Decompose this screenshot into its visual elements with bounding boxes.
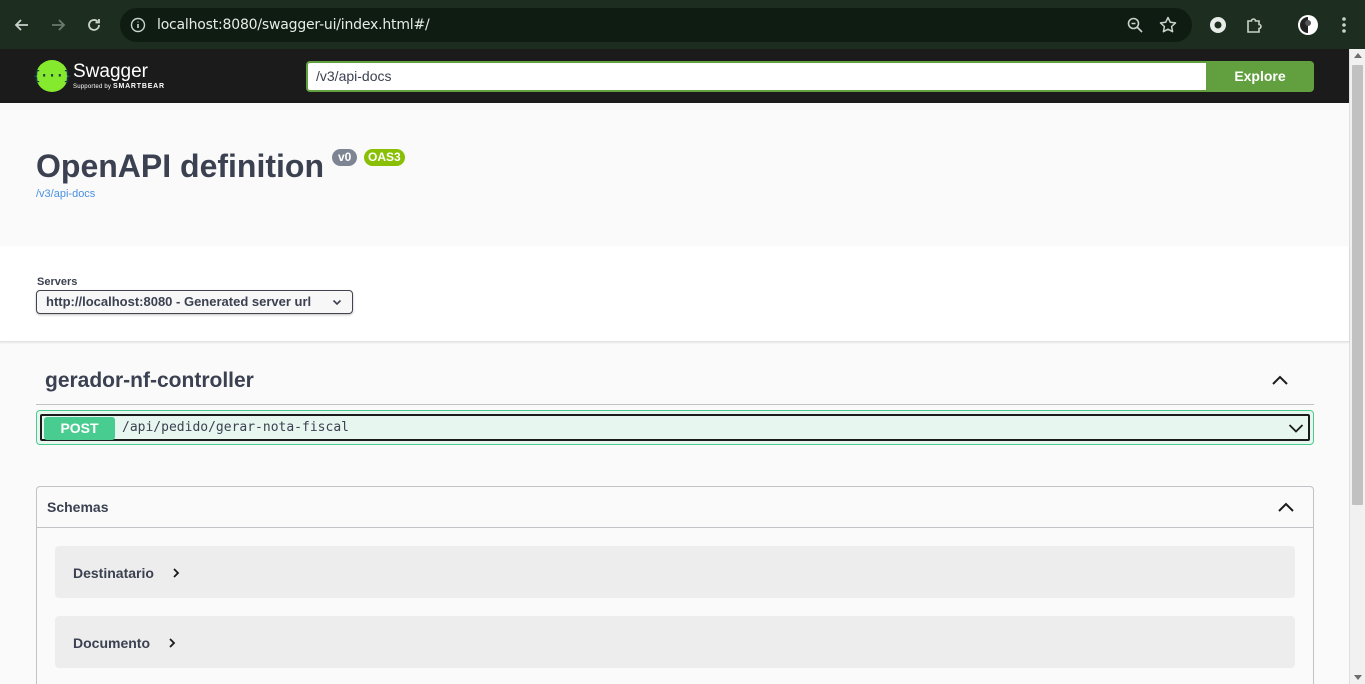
servers-select[interactable]: http://localhost:8080 - Generated server… (36, 290, 353, 314)
chevron-up-icon[interactable] (1277, 499, 1295, 515)
tag-title[interactable]: gerador-nf-controller (45, 369, 254, 393)
extension-badge-icon[interactable] (1207, 14, 1229, 36)
scroll-thumb[interactable] (1352, 65, 1363, 505)
site-info-icon[interactable] (130, 17, 146, 33)
divider (36, 404, 1314, 405)
operation-path: /api/pedido/gerar-nota-fiscal (122, 420, 349, 435)
back-button[interactable] (10, 13, 34, 37)
spec-link[interactable]: /v3/api-docs (36, 188, 95, 200)
servers-section: Servers http://localhost:8080 - Generate… (0, 246, 1349, 342)
forward-button[interactable] (46, 13, 70, 37)
page-scrollbar[interactable] (1349, 49, 1365, 684)
schema-name: Destinatario (73, 565, 154, 581)
forward-arrow-icon (52, 19, 66, 31)
browser-toolbar: localhost:8080/swagger-ui/index.html#/ (0, 0, 1365, 49)
schemas-section: Schemas Destinatario Documento (36, 486, 1314, 684)
scroll-up-arrow-icon[interactable] (1354, 53, 1362, 58)
servers-label: Servers (37, 276, 78, 288)
chevron-right-icon (169, 638, 176, 648)
schema-item-documento[interactable]: Documento (55, 616, 1295, 668)
schemas-title: Schemas (47, 499, 109, 515)
operation-summary[interactable]: POST /api/pedido/gerar-nota-fiscal (40, 414, 1310, 441)
brand-name: Swagger (73, 61, 148, 82)
address-bar[interactable]: localhost:8080/swagger-ui/index.html#/ (120, 8, 1192, 42)
explore-button[interactable]: Explore (1206, 61, 1314, 92)
bookmark-star-icon[interactable] (1158, 15, 1178, 35)
method-badge: POST (44, 417, 115, 440)
servers-selected-value: http://localhost:8080 - Generated server… (46, 294, 312, 309)
reload-icon (88, 19, 100, 31)
oas-badge: OAS3 (364, 149, 405, 166)
zoom-icon[interactable] (1126, 16, 1144, 34)
chevron-down-icon[interactable] (1288, 421, 1304, 435)
schemas-header[interactable]: Schemas (37, 487, 1313, 528)
reload-button[interactable] (82, 13, 106, 37)
swagger-logo[interactable]: {···} Swagger Supported by SMARTBEAR (32, 58, 165, 94)
operation-post-gerar-nota-fiscal[interactable]: POST /api/pedido/gerar-nota-fiscal (36, 410, 1314, 445)
chevron-down-icon (332, 299, 342, 306)
schema-item-destinatario[interactable]: Destinatario (55, 546, 1295, 598)
spec-url-input[interactable]: /v3/api-docs (306, 61, 1207, 92)
chevron-up-icon[interactable] (1270, 372, 1290, 388)
address-url[interactable]: localhost:8080/swagger-ui/index.html#/ (157, 17, 430, 33)
brand-subtitle: Supported by SMARTBEAR (73, 83, 165, 90)
swagger-logo-icon: {···} (32, 60, 72, 92)
page-title: OpenAPI definition (36, 148, 324, 184)
browser-menu-icon[interactable] (1333, 14, 1355, 36)
version-badge: v0 (332, 149, 358, 166)
extensions-puzzle-icon[interactable] (1243, 14, 1265, 36)
scroll-down-arrow-icon[interactable] (1354, 675, 1362, 680)
chevron-right-icon (173, 568, 180, 578)
api-info: OpenAPI definition v0 OAS3 /v3/api-docs (0, 103, 1349, 246)
schema-name: Documento (73, 635, 150, 651)
swagger-topbar: {···} Swagger Supported by SMARTBEAR /v3… (0, 49, 1349, 103)
profile-avatar-icon[interactable] (1297, 14, 1319, 36)
back-arrow-icon (14, 19, 28, 31)
